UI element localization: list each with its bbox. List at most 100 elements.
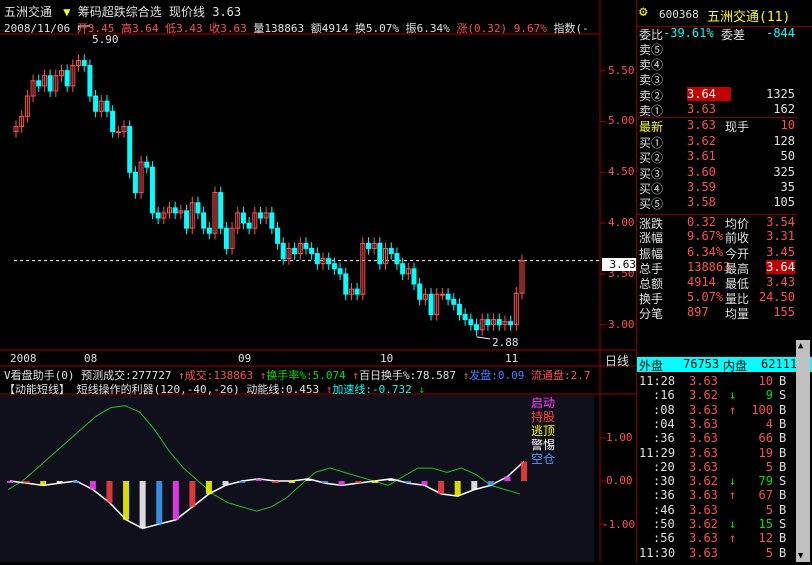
sub-tick-minus1: -1.00 [602, 518, 636, 531]
sub-tick-1: 1.00 [606, 431, 633, 444]
tick-volume: 19 [758, 445, 773, 460]
time-label-10: 10 [380, 352, 394, 365]
tick-row: :08 3.63 ↑ 100 B [637, 403, 797, 418]
scroll-up-icon[interactable]: ▲ [798, 341, 803, 351]
sub-indicator-name[interactable]: 【动能短线】 [4, 383, 70, 396]
book-price: 3.64 [687, 86, 731, 101]
candle-body [115, 131, 121, 134]
tick-time: :04 [653, 416, 675, 431]
turnover-value: 5.07% [365, 22, 399, 35]
signal-bar [504, 476, 511, 481]
stat-label: 均量 [725, 307, 750, 322]
candle-body [309, 247, 315, 255]
tick-price: 3.63 [689, 459, 718, 474]
close-value: 3.63 [220, 22, 247, 35]
tick-row: :20 3.63 5 B [637, 460, 797, 475]
signal-bar [305, 478, 312, 481]
weicha-value: -844 [766, 26, 795, 40]
settings-icon[interactable]: ⚙ [639, 4, 647, 20]
candle-body [93, 95, 99, 112]
low-annotation: 2.88 [492, 336, 519, 349]
current-line-value: 3.63 [212, 5, 242, 19]
legend-escape: 逃顶 [530, 424, 555, 438]
tick-time: :08 [653, 402, 675, 417]
signal-bar [338, 481, 345, 486]
tick-price: 3.62 [689, 388, 718, 403]
price-tick: 4.00 [608, 216, 635, 230]
tick-direction: B [779, 545, 787, 560]
weibi-row: 委比 -39.61% 委差 -844 [637, 26, 797, 42]
tick-scrollbar[interactable]: ▲ ▼ [796, 340, 810, 562]
legend-hold: 持股 [530, 410, 555, 424]
book-volume: 35 [780, 179, 795, 194]
tick-price: 3.63 [689, 402, 718, 417]
candle-body [394, 253, 400, 265]
signal-bar [272, 481, 279, 483]
candle-body [354, 288, 360, 295]
signal-bar [89, 481, 96, 490]
stat-value: 3.45 [766, 244, 795, 259]
candle-body [365, 242, 371, 249]
candle-body [195, 202, 201, 214]
latest-value: 3.63 [687, 118, 716, 132]
signal-bar [355, 481, 362, 484]
main-chart-area[interactable]: 五洲交通 ▼ 筹码超跌综合选 现价线 3.63 2008/11/06 开3.45… [0, 0, 636, 562]
quote-panel: ⚙ 600368 五洲交通(11) 委比 -39.61% 委差 -844 卖⑤ 卖… [636, 0, 812, 562]
xianshou-value: 10 [780, 118, 795, 132]
tick-time: 11:29 [639, 445, 676, 460]
scroll-down-icon[interactable]: ▼ [798, 551, 803, 561]
stats-row: 涨跌 0.32 均价 3.54 [637, 214, 797, 231]
tick-direction: B [779, 531, 787, 546]
price-tick: 5.50 [608, 63, 635, 77]
tick-volume: 12 [758, 531, 773, 546]
period-button[interactable]: 日线 [600, 352, 634, 369]
tick-volume: 10 [758, 374, 773, 388]
volume-label: 量 [253, 22, 265, 35]
kline-chart[interactable] [0, 0, 636, 562]
weibi-value: -39.61% [663, 26, 714, 40]
signal-bar [73, 481, 80, 483]
signal-bar [288, 481, 295, 483]
time-label-11: 11 [505, 352, 519, 365]
turnover-label: 换 [354, 22, 366, 35]
signal-bar [322, 481, 329, 484]
tick-direction: B [779, 502, 787, 517]
tick-time: 11:30 [639, 545, 676, 560]
time-label-09: 09 [238, 352, 252, 365]
energy-value: 0.453 [285, 383, 320, 396]
stat-value: 0.32 [687, 215, 716, 230]
low-value: 3.43 [176, 22, 203, 35]
order-book-row: 买④ 3.59 35 [637, 179, 797, 196]
book-volume: 128 [773, 134, 795, 149]
signal-bar [255, 478, 262, 481]
stat-value: 24.50 [758, 290, 795, 305]
order-book-row: 卖④ [637, 56, 797, 72]
tick-price: 3.63 [689, 431, 718, 446]
tick-volume: 79 [758, 474, 773, 489]
neipan-label: 内盘 [723, 359, 748, 373]
order-book-row: 卖② 3.64 1325 [637, 86, 797, 103]
stat-value: 138863 [687, 259, 731, 274]
candle-body [485, 319, 491, 326]
book-label: 买⑤ [639, 197, 664, 211]
index-label: 指数(- [553, 22, 589, 35]
time-axis: 2008 08 09 10 11 [0, 352, 600, 366]
signal-bar [487, 481, 494, 486]
tick-row: :30 3.62 ↓ 79 S [637, 474, 797, 489]
candle-body [468, 319, 474, 326]
signal-bar [23, 481, 30, 484]
xianshou-label: 现手 [725, 120, 750, 134]
order-book-row: 卖⑤ [637, 41, 797, 57]
high-label: 高 [120, 22, 132, 35]
tick-row: :50 3.62 ↓ 15 S [637, 517, 797, 532]
candle-body [184, 210, 190, 229]
signal-bar [438, 481, 445, 494]
candle-body [104, 100, 110, 112]
book-price: 3.59 [687, 179, 716, 194]
tick-row: 11:28 3.63 10 B [637, 374, 797, 389]
signal-bar [172, 481, 179, 520]
sub-indicator-desc: 短线操作的利器(120,-40,-26) [76, 383, 240, 396]
stock-name: 五洲交通 [4, 5, 53, 19]
signal-bar [388, 478, 395, 481]
candle-body [451, 298, 457, 305]
